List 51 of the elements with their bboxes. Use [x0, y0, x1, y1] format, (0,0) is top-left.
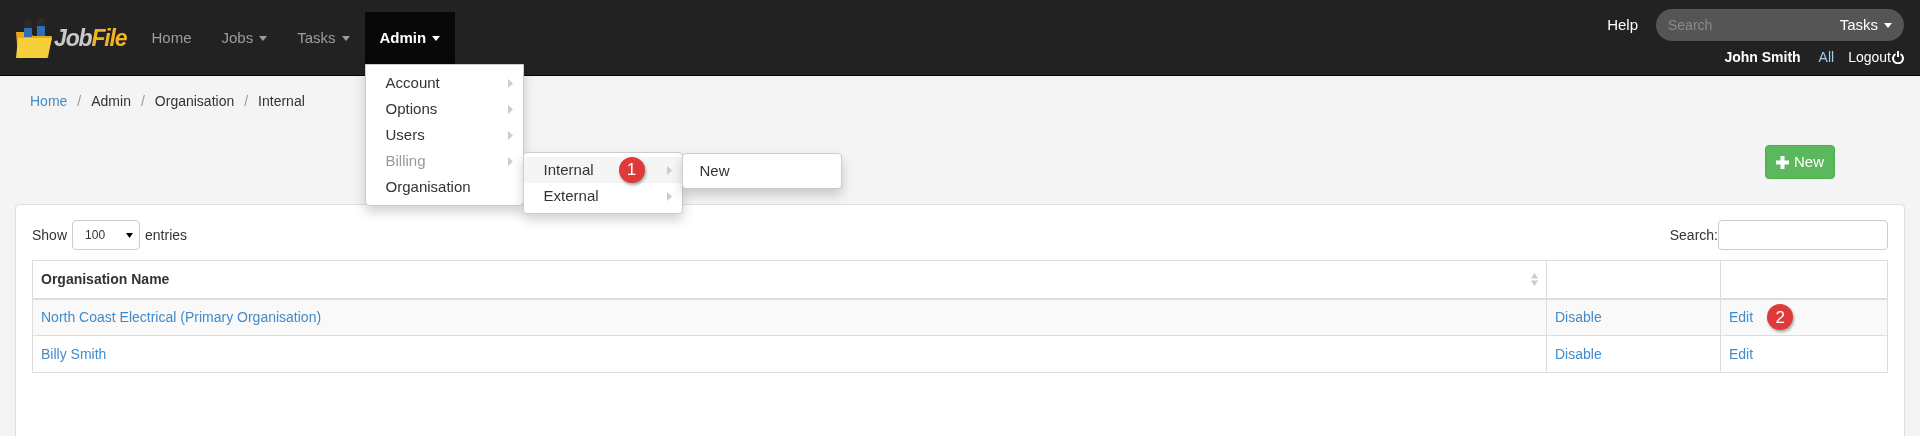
callout-badge: 1	[618, 157, 645, 183]
entries-label: entries	[145, 225, 188, 245]
dropdown-arrow-icon	[126, 232, 134, 238]
power-icon	[1892, 51, 1904, 64]
caret-icon	[432, 35, 441, 41]
sort-icon	[1531, 273, 1538, 286]
logout-link[interactable]: Logout	[1848, 47, 1904, 68]
menu-item[interactable]: New	[682, 158, 841, 184]
breadcrumb-separator: /	[76, 92, 83, 111]
user-name: John Smith	[1724, 48, 1801, 67]
nav-item[interactable]: Admin	[364, 12, 456, 64]
menu-item[interactable]: Account	[365, 70, 523, 96]
path-label: Organisation	[154, 92, 235, 111]
search-scope-dropdown[interactable]: Tasks	[1839, 13, 1892, 37]
disable-link[interactable]: Disable	[1555, 345, 1602, 362]
disable-link[interactable]: Disable	[1555, 308, 1602, 325]
brand-name[interactable]: JobFile	[54, 20, 127, 56]
menu-item[interactable]: Users	[365, 122, 523, 148]
path-label: Internal	[258, 92, 305, 111]
organisation-link[interactable]: Billy Smith	[41, 345, 107, 362]
search-label: Search:	[1669, 225, 1718, 245]
submenu-arrow-icon	[507, 130, 513, 140]
nav-item[interactable]: Tasks	[282, 12, 365, 64]
all-link[interactable]: All	[1818, 47, 1835, 68]
menu-item[interactable]: External	[523, 183, 682, 209]
path-label: Admin	[91, 92, 131, 111]
nav-item[interactable]: Jobs	[206, 12, 283, 64]
caret-icon	[1884, 22, 1892, 28]
breadcrumb-separator: /	[243, 92, 250, 111]
show-label: Show	[32, 225, 68, 245]
caret-icon	[341, 35, 350, 41]
nav-item[interactable]: Home	[136, 12, 207, 64]
menu-item[interactable]: Organisation	[365, 174, 523, 200]
breadcrumb-separator: /	[139, 92, 146, 111]
caret-icon	[259, 35, 268, 41]
submenu-arrow-icon	[507, 104, 513, 114]
help-link[interactable]: Help	[1607, 13, 1638, 37]
menu-item[interactable]: Options	[365, 96, 523, 122]
submenu-arrow-icon	[507, 78, 513, 88]
folder-logo-icon	[14, 16, 54, 60]
column-header[interactable]: Organisation Name	[32, 260, 1547, 299]
menu-item[interactable]: Internal 1	[523, 157, 682, 183]
submenu-arrow-icon	[666, 165, 672, 175]
plus-icon	[1776, 155, 1789, 169]
submenu-arrow-icon	[507, 156, 513, 166]
page-size-select[interactable]: 100	[72, 220, 141, 250]
edit-link[interactable]: Edit	[1729, 343, 1754, 365]
table-search-field[interactable]	[1718, 220, 1888, 250]
submenu-arrow-icon	[666, 191, 672, 201]
callout-badge: 2	[1767, 304, 1794, 331]
organisation-link[interactable]: North Coast Electrical (Primary Organisation)	[41, 308, 322, 325]
